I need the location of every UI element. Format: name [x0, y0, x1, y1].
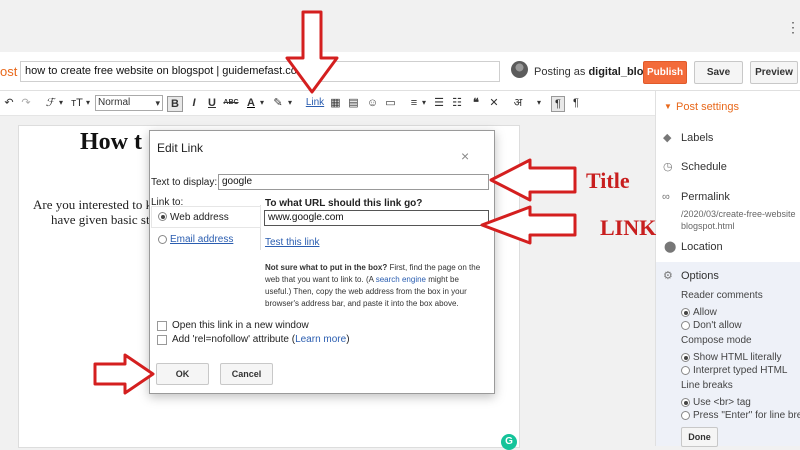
line-breaks-label: Line breaks	[681, 380, 733, 391]
help-bold: Not sure what to put in the box?	[265, 263, 388, 272]
clock-icon: ◷	[663, 161, 673, 173]
ltr-button[interactable]: ¶	[551, 96, 565, 112]
chevron-down-icon[interactable]: ▾	[535, 96, 543, 110]
emoji-icon[interactable]: ☺	[366, 96, 379, 110]
apps-grid-icon[interactable]: ⋮⋮	[786, 20, 800, 36]
bold-button[interactable]: B	[167, 96, 183, 112]
chevron-down-icon[interactable]: ▾	[84, 96, 92, 110]
text-to-display-input[interactable]: google	[218, 174, 489, 190]
chevron-down-icon[interactable]: ▾	[57, 96, 65, 110]
grammarly-icon[interactable]: G	[501, 434, 517, 450]
sidebar-item-permalink[interactable]: Permalink	[681, 191, 730, 203]
help-text: Not sure what to put in the box? First, …	[265, 262, 487, 310]
web-address-radio[interactable]	[158, 212, 167, 221]
url-heading: To what URL should this link go?	[265, 198, 423, 209]
font-family-icon[interactable]: ℱ	[44, 96, 56, 110]
email-address-link[interactable]: Email address	[170, 234, 233, 245]
strikethrough-button[interactable]: ABC	[223, 96, 239, 110]
chevron-down-icon[interactable]: ▼	[664, 102, 672, 111]
post-title-input[interactable]: how to create free website on blogspot |…	[20, 61, 500, 82]
chevron-down-icon[interactable]: ▾	[286, 96, 294, 110]
rtl-button[interactable]: ¶	[570, 96, 582, 110]
align-icon[interactable]: ≡	[408, 96, 420, 110]
dialog-title: Edit Link	[157, 141, 204, 155]
learn-more-link[interactable]: Learn more	[295, 334, 346, 345]
video-icon[interactable]: ▤	[347, 96, 360, 110]
italic-button[interactable]: I	[189, 96, 199, 110]
bullet-list-icon[interactable]: ☷	[451, 96, 463, 110]
dont-allow-label: Don't allow	[693, 320, 742, 331]
publish-button[interactable]: Publish	[643, 61, 687, 84]
image-icon[interactable]: ▦	[329, 96, 342, 110]
show-html-label: Show HTML literally	[693, 352, 782, 363]
close-icon[interactable]: ×	[461, 148, 469, 164]
nofollow-checkbox[interactable]	[157, 335, 167, 345]
numbered-list-icon[interactable]: ☰	[433, 96, 445, 110]
undo-icon[interactable]: ↶	[3, 96, 15, 110]
nofollow-paren: )	[346, 334, 350, 345]
preview-button[interactable]: Preview	[750, 61, 798, 84]
cancel-button[interactable]: Cancel	[220, 363, 273, 385]
format-select[interactable]: Normal	[95, 95, 163, 111]
chevron-down-icon[interactable]: ▾	[258, 96, 266, 110]
document-title: How t	[80, 129, 142, 155]
allow-label: Allow	[693, 307, 717, 318]
transliterate-button[interactable]: अ	[512, 96, 524, 110]
new-window-label: Open this link in a new window	[172, 320, 309, 331]
underline-button[interactable]: U	[207, 96, 217, 110]
link-icon: ∞	[662, 191, 670, 203]
sidebar-item-location[interactable]: Location	[681, 241, 723, 253]
link-button[interactable]: Link	[305, 96, 325, 110]
sidebar-item-options[interactable]: Options	[681, 270, 719, 282]
quote-icon[interactable]: ❝	[470, 96, 482, 110]
permalink-value: /2020/03/create-free-website	[681, 209, 796, 219]
url-input[interactable]: www.google.com	[264, 210, 489, 226]
show-html-radio[interactable]	[681, 353, 690, 362]
press-enter-label: Press "Enter" for line brea	[693, 410, 800, 421]
document-paragraph: Are you interested to k	[33, 197, 153, 212]
sidebar-item-schedule[interactable]: Schedule	[681, 161, 727, 173]
permalink-value: blogspot.html	[681, 221, 735, 231]
jump-break-icon[interactable]: ▭	[384, 96, 397, 110]
post-settings-heading[interactable]: Post settings	[676, 101, 739, 113]
email-address-radio[interactable]	[158, 235, 167, 244]
new-window-checkbox[interactable]	[157, 321, 167, 331]
reader-comments-label: Reader comments	[681, 290, 763, 301]
text-to-display-label: Text to display:	[151, 177, 218, 188]
search-engine-link[interactable]: search engine	[376, 275, 426, 284]
nofollow-label: Add 'rel=nofollow' attribute (Learn more…	[172, 334, 350, 345]
clear-format-icon[interactable]: ✕	[488, 96, 500, 110]
dont-allow-radio[interactable]	[681, 321, 690, 330]
document-paragraph: have given basic ste	[51, 212, 156, 227]
title-annotation: Title	[586, 168, 630, 193]
posting-as-prefix: Posting as	[534, 66, 586, 78]
chevron-down-icon[interactable]: ▾	[420, 96, 428, 110]
use-br-radio[interactable]	[681, 398, 690, 407]
save-button[interactable]: Save	[694, 61, 743, 84]
done-button[interactable]: Done	[681, 427, 718, 447]
gear-icon: ⚙	[663, 270, 673, 282]
compose-mode-label: Compose mode	[681, 335, 752, 346]
web-address-label: Web address	[170, 212, 229, 223]
use-br-label: Use <br> tag	[693, 397, 751, 408]
top-bar	[0, 0, 800, 52]
ok-button[interactable]: OK	[156, 363, 209, 385]
font-size-icon[interactable]: ᴛT	[70, 96, 84, 110]
sidebar-item-labels[interactable]: Labels	[681, 132, 713, 144]
link-annotation: LINK	[600, 215, 657, 240]
location-icon: ⬤	[664, 241, 677, 253]
highlight-icon[interactable]: ✎	[272, 96, 284, 110]
redo-icon[interactable]: ↷	[20, 96, 32, 110]
brand-fragment: ost	[0, 64, 18, 79]
nofollow-text: Add 'rel=nofollow' attribute (	[172, 334, 296, 345]
interpret-html-radio[interactable]	[681, 366, 690, 375]
press-enter-radio[interactable]	[681, 411, 690, 420]
text-color-button[interactable]: A	[246, 96, 256, 110]
avatar[interactable]	[511, 61, 528, 78]
interpret-html-label: Interpret typed HTML	[693, 365, 788, 376]
allow-radio[interactable]	[681, 308, 690, 317]
label-icon: ◆	[663, 132, 672, 144]
test-link[interactable]: Test this link	[265, 237, 319, 248]
